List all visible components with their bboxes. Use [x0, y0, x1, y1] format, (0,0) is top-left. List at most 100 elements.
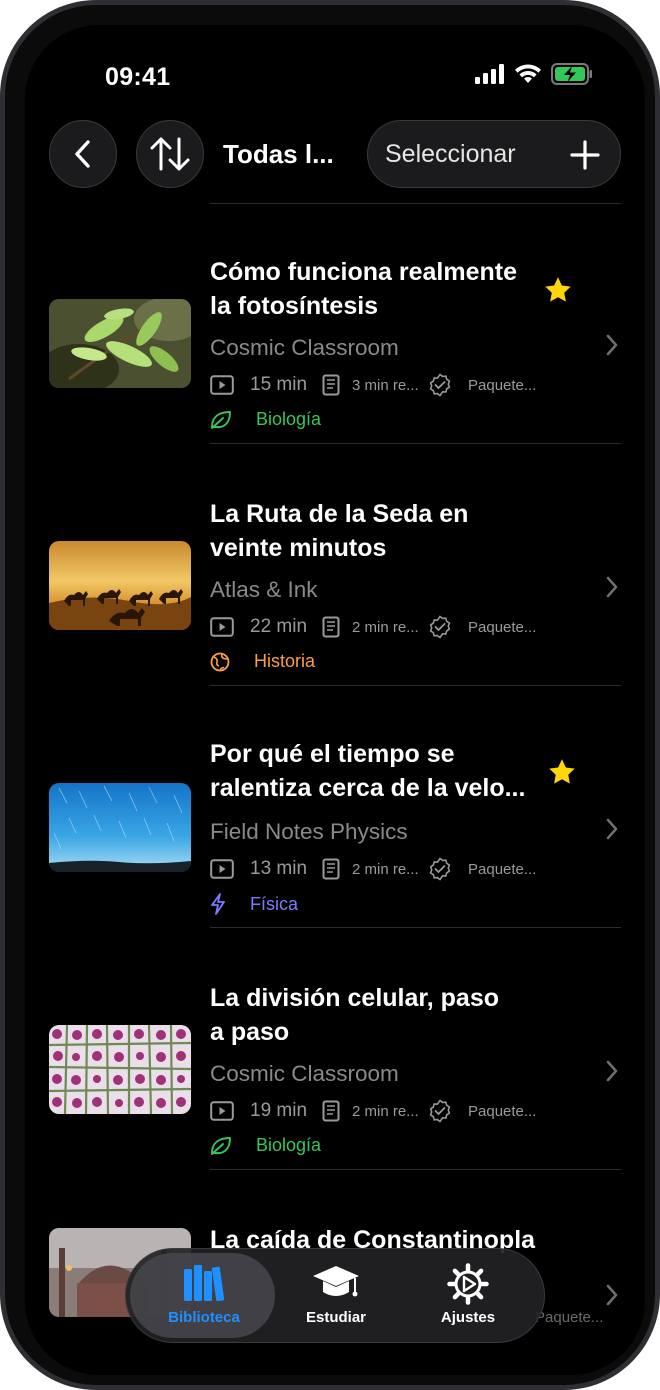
- chevron-right-icon: [606, 1284, 618, 1306]
- video-meta: 13 min 2 min re... Paquete...: [210, 857, 536, 881]
- verified-badge-icon: [429, 1099, 451, 1123]
- video-duration: 22 min: [250, 616, 308, 637]
- divider: [210, 443, 621, 444]
- subject-tag: Historia: [210, 651, 315, 672]
- verified-badge-icon: [429, 373, 451, 397]
- app-screen: 09:41 Todas l... Seleccionar Cómo funcio…: [25, 25, 645, 1375]
- status-icons: [475, 63, 593, 85]
- book-icon: [322, 374, 340, 396]
- video-meta: 22 min 2 min re... Paquete...: [210, 615, 536, 639]
- package-label: Paquete...: [468, 1102, 537, 1120]
- favorite-star-icon[interactable]: [543, 275, 573, 305]
- subject-label: Biología: [256, 409, 322, 429]
- video-channel: Field Notes Physics: [210, 819, 408, 844]
- divider: [210, 1169, 621, 1170]
- package-label: Paquete...: [468, 618, 537, 636]
- favorite-star-icon[interactable]: [547, 757, 577, 787]
- books-icon: [184, 1265, 225, 1302]
- device-frame: 09:41 Todas l... Seleccionar Cómo funcio…: [0, 0, 660, 1390]
- wifi-icon: [515, 63, 541, 83]
- add-button[interactable]: [570, 140, 600, 170]
- play-icon: [210, 1101, 234, 1121]
- video-row[interactable]: La Ruta de la Seda en veinte minutos Atl…: [25, 445, 645, 687]
- chevron-right-icon: [606, 334, 618, 356]
- package-label: Paquete...: [535, 1309, 604, 1326]
- graduation-cap-icon: [313, 1266, 359, 1297]
- chevron-right-icon: [606, 576, 618, 598]
- play-icon: [210, 617, 234, 637]
- video-thumbnail: [49, 1025, 191, 1114]
- video-row[interactable]: La división celular, paso a paso Cosmic …: [25, 929, 645, 1171]
- tab-estudiar[interactable]: Estudiar: [266, 1249, 406, 1342]
- book-icon: [322, 616, 340, 638]
- title-line: ralentiza cerca de la velo...: [210, 774, 526, 802]
- subject-label: Física: [250, 893, 299, 914]
- subject-tag: Física: [210, 893, 298, 915]
- video-duration: 13 min: [250, 858, 308, 879]
- book-icon: [322, 1100, 340, 1122]
- chevron-left-icon: [75, 140, 90, 168]
- divider: [210, 927, 621, 928]
- play-icon: [210, 375, 234, 395]
- title-line: La Ruta de la Seda en: [210, 500, 469, 528]
- video-channel: Cosmic Classroom: [210, 335, 399, 360]
- sort-button[interactable]: [136, 120, 204, 188]
- divider: [210, 685, 621, 686]
- tab-ajustes[interactable]: Ajustes: [398, 1249, 538, 1342]
- video-meta: 15 min 3 min re... Paquete...: [210, 373, 536, 397]
- star-trails-image: [49, 783, 191, 872]
- video-channel: Cosmic Classroom: [210, 1061, 399, 1086]
- page-title: Todas l...: [223, 139, 334, 169]
- header-actions: Seleccionar: [367, 120, 621, 188]
- reading-time: 3 min re...: [352, 376, 419, 394]
- device-bezel: 09:41 Todas l... Seleccionar Cómo funcio…: [5, 5, 655, 1385]
- leaf-icon: [211, 410, 231, 429]
- bolt-icon: [211, 893, 225, 915]
- tab-label: Biblioteca: [168, 1309, 240, 1326]
- subject-label: Biología: [256, 1135, 322, 1155]
- gear-icon: [447, 1263, 489, 1305]
- chevron-right-icon: [606, 1060, 618, 1082]
- video-duration: 19 min: [250, 1100, 308, 1121]
- reading-time: 2 min re...: [352, 860, 419, 878]
- leaf-icon: [211, 1136, 231, 1155]
- tab-label: Estudiar: [305, 1309, 366, 1326]
- video-thumbnail: [49, 299, 191, 388]
- signal-icon: [475, 64, 504, 84]
- title-line: a paso: [210, 1018, 290, 1046]
- tab-label: Ajustes: [440, 1309, 496, 1326]
- title-line: la fotosíntesis: [210, 292, 379, 320]
- play-icon: [210, 859, 234, 879]
- title-line: La división celular, paso: [210, 984, 499, 1012]
- subject-tag: Biología: [210, 1135, 321, 1156]
- package-label: Paquete...: [468, 376, 537, 394]
- video-title: La Ruta de la Seda en veinte minutos: [210, 497, 545, 565]
- title-line: Por qué el tiempo se: [210, 740, 455, 768]
- video-title: Cómo funciona realmente la fotosíntesis: [210, 255, 545, 323]
- video-row[interactable]: Cómo funciona realmente la fotosíntesis …: [25, 203, 645, 445]
- subject-tag: Biología: [210, 409, 321, 430]
- video-duration: 15 min: [250, 374, 308, 395]
- chevron-right-icon: [606, 818, 618, 840]
- subject-label: Historia: [254, 651, 316, 671]
- package-label: Paquete...: [468, 860, 537, 878]
- plant-leaves-image: [49, 299, 191, 388]
- video-thumbnail: [49, 541, 191, 630]
- tab-bar: Biblioteca Estudiar Ajustes: [125, 1248, 545, 1343]
- video-title: Por qué el tiempo se ralentiza cerca de …: [210, 737, 545, 805]
- back-button[interactable]: [49, 120, 117, 188]
- tab-biblioteca[interactable]: Biblioteca: [134, 1249, 274, 1342]
- video-title: La división celular, paso a paso: [210, 981, 545, 1049]
- desert-camels-image: [49, 541, 191, 630]
- verified-badge-icon: [429, 857, 451, 881]
- status-time: 09:41: [105, 63, 171, 91]
- select-button[interactable]: Seleccionar: [385, 140, 516, 169]
- reading-time: 2 min re...: [352, 618, 419, 636]
- video-channel: Atlas & Ink: [210, 577, 318, 602]
- video-meta: 19 min 2 min re... Paquete...: [210, 1099, 536, 1123]
- verified-badge-icon: [429, 615, 451, 639]
- video-thumbnail: [49, 783, 191, 872]
- reading-time: 2 min re...: [352, 1102, 419, 1120]
- cells-micrograph-image: [49, 1025, 191, 1114]
- video-row[interactable]: Por qué el tiempo se ralentiza cerca de …: [25, 687, 645, 929]
